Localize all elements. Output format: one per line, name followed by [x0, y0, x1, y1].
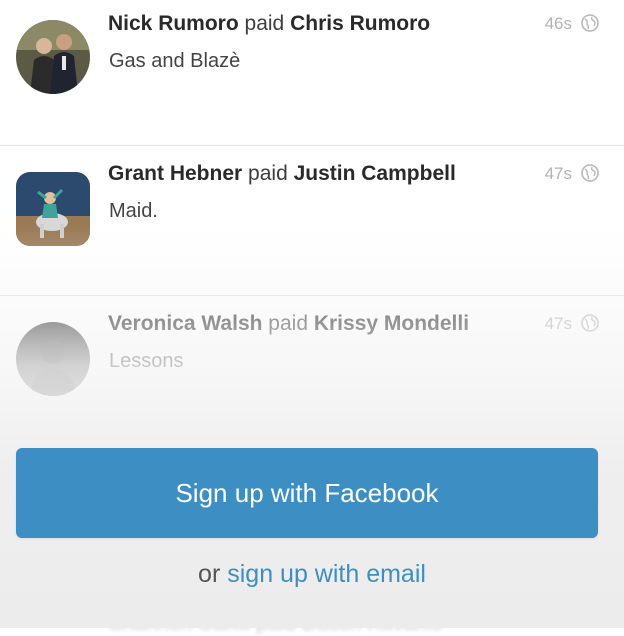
facebook-signup-button[interactable]: Sign up with Facebook [16, 448, 598, 538]
globe-icon [581, 14, 599, 32]
feed-item[interactable]: Nick Rumoro paid Chris Rumoro Gas and Bl… [0, 0, 624, 146]
payment-note: Lessons [109, 350, 184, 372]
email-signup-line: or sign up with email [0, 560, 624, 589]
feed-headline: Nick Rumoro paid Chris Rumoro [108, 12, 430, 36]
avatar[interactable] [16, 322, 90, 396]
avatar[interactable] [16, 172, 90, 246]
avatar[interactable] [16, 20, 90, 94]
feed-item[interactable]: Grant Hebner paid Justin Campbell Maid. … [0, 146, 624, 296]
payment-note: Maid. [109, 200, 158, 222]
faded-feed-item: Shannon Cahill paid Dustin Kavanis [108, 612, 442, 635]
timestamp: 47s [544, 164, 572, 183]
globe-icon [581, 164, 599, 182]
payee-name[interactable]: Krissy Mondelli [314, 312, 469, 335]
payment-verb: paid [244, 12, 285, 35]
globe-icon [581, 314, 599, 332]
email-signup-link[interactable]: sign up with email [227, 560, 426, 588]
or-label: or [198, 560, 221, 588]
timestamp: 47s [544, 314, 572, 333]
payment-verb: paid [248, 162, 288, 185]
feed-headline: Grant Hebner paid Justin Campbell [108, 162, 456, 186]
payer-name[interactable]: Grant Hebner [108, 162, 242, 185]
payer-name[interactable]: Nick Rumoro [108, 12, 239, 35]
payment-note: Gas and Blazè [109, 50, 241, 72]
payer-name[interactable]: Veronica Walsh [108, 312, 262, 335]
payee-name[interactable]: Chris Rumoro [290, 12, 430, 35]
payment-verb: paid [268, 312, 308, 335]
timestamp: 46s [544, 14, 572, 33]
feed-headline: Veronica Walsh paid Krissy Mondelli [108, 312, 469, 336]
feed-item[interactable]: Veronica Walsh paid Krissy Mondelli Less… [0, 296, 624, 446]
payee-name[interactable]: Justin Campbell [294, 162, 456, 185]
